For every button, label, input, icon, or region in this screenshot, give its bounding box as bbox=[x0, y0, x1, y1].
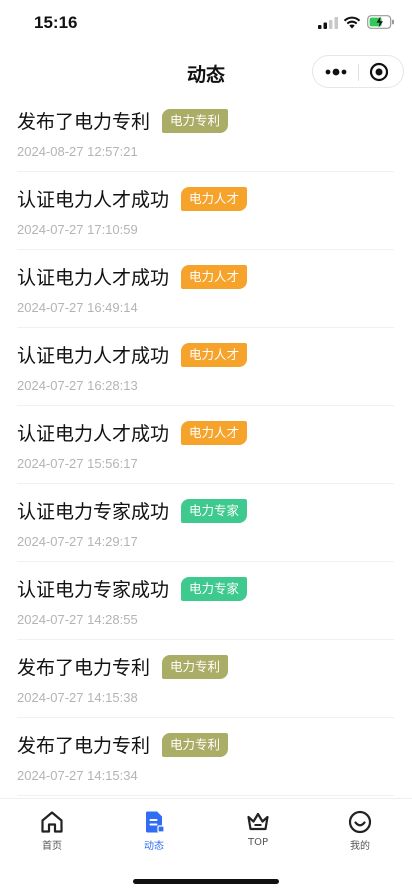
tab-top[interactable]: TOP bbox=[228, 809, 288, 848]
feed-item[interactable]: 认证电力人才成功 电力人才 2024-07-27 16:49:14 bbox=[17, 250, 394, 328]
feed-timestamp: 2024-08-27 12:57:21 bbox=[17, 144, 138, 159]
close-mini-program-icon[interactable] bbox=[369, 62, 389, 82]
more-icon[interactable] bbox=[325, 65, 347, 79]
category-tag: 电力人才 bbox=[181, 186, 248, 211]
tab-mine-label: 我的 bbox=[350, 841, 370, 852]
home-icon bbox=[41, 811, 63, 833]
category-tag: 电力专家 bbox=[181, 576, 248, 601]
feed-title-row: 认证电力专家成功 电力专家 bbox=[17, 497, 248, 524]
feed-title-row: 发布了电力专利 电力专利 bbox=[17, 731, 229, 758]
feed-title-row: 发布了电力专利 电力专利 bbox=[17, 653, 229, 680]
feed-item[interactable]: 发布了电力专利 电力专利 2024-07-27 14:15:34 bbox=[17, 718, 394, 796]
tab-bar: 首页 动态 TOP 我的 bbox=[0, 798, 412, 863]
tab-top-label: TOP bbox=[247, 837, 268, 848]
tab-mine[interactable]: 我的 bbox=[330, 809, 390, 852]
mini-program-capsule bbox=[312, 55, 404, 88]
feed-title: 认证电力专家成功 bbox=[17, 579, 170, 601]
feed-timestamp: 2024-07-27 15:56:17 bbox=[17, 456, 138, 471]
feed-item[interactable]: 认证电力专家成功 电力专家 2024-07-27 14:29:17 bbox=[17, 484, 394, 562]
feed-title: 认证电力人才成功 bbox=[17, 189, 170, 211]
feed-title: 认证电力人才成功 bbox=[17, 267, 170, 289]
home-indicator[interactable] bbox=[133, 879, 279, 884]
feed-timestamp: 2024-07-27 17:10:59 bbox=[17, 222, 138, 237]
tab-home[interactable]: 首页 bbox=[22, 809, 82, 852]
feed-timestamp: 2024-07-27 16:28:13 bbox=[17, 378, 138, 393]
feed-item[interactable]: 认证电力人才成功 电力人才 2024-07-27 17:10:59 bbox=[17, 172, 394, 250]
feed-icon bbox=[146, 811, 165, 833]
category-tag: 电力专利 bbox=[162, 732, 229, 757]
feed-title: 认证电力人才成功 bbox=[17, 345, 170, 367]
feed-timestamp: 2024-07-27 14:15:34 bbox=[17, 768, 138, 783]
feed-title-row: 认证电力人才成功 电力人才 bbox=[17, 185, 248, 212]
activity-feed[interactable]: 发布了电力专利 电力专利 2024-08-27 12:57:21 认证电力人才成功 电力… bbox=[0, 94, 412, 798]
smile-icon bbox=[348, 810, 372, 834]
category-tag: 电力专利 bbox=[162, 108, 229, 133]
category-tag: 电力人才 bbox=[181, 342, 248, 367]
tab-feed[interactable]: 动态 bbox=[124, 809, 184, 852]
feed-item[interactable]: 认证电力专家成功 电力专家 2024-07-27 14:28:55 bbox=[17, 562, 394, 640]
feed-timestamp: 2024-07-27 14:15:38 bbox=[17, 690, 138, 705]
feed-title-row: 认证电力人才成功 电力人才 bbox=[17, 419, 248, 446]
feed-item[interactable]: 认证电力人才成功 电力人才 2024-07-27 15:56:17 bbox=[17, 406, 394, 484]
feed-item[interactable]: 发布了电力专利 电力专利 2024-07-27 14:15:38 bbox=[17, 640, 394, 718]
category-tag: 电力专利 bbox=[162, 654, 229, 679]
status-time: 15:16 bbox=[34, 13, 78, 32]
category-tag: 电力专家 bbox=[181, 498, 248, 523]
feed-title-row: 认证电力人才成功 电力人才 bbox=[17, 341, 248, 368]
capsule-divider bbox=[358, 64, 359, 81]
feed-title-row: 认证电力专家成功 电力专家 bbox=[17, 575, 248, 602]
feed-item[interactable]: 发布了电力专利 电力专利 2024-08-27 12:57:21 bbox=[17, 94, 394, 172]
feed-title: 发布了电力专利 bbox=[17, 735, 151, 757]
wifi-icon bbox=[343, 16, 361, 29]
tab-feed-label: 动态 bbox=[144, 841, 164, 852]
feed-title-row: 认证电力人才成功 电力人才 bbox=[17, 263, 248, 290]
feed-title: 发布了电力专利 bbox=[17, 657, 151, 679]
category-tag: 电力人才 bbox=[181, 420, 248, 445]
feed-title: 发布了电力专利 bbox=[17, 111, 151, 133]
tab-home-label: 首页 bbox=[42, 841, 62, 852]
battery-icon bbox=[367, 15, 394, 29]
feed-title: 认证电力人才成功 bbox=[17, 423, 170, 445]
feed-timestamp: 2024-07-27 14:28:55 bbox=[17, 612, 138, 627]
signal-icon bbox=[318, 17, 338, 29]
feed-timestamp: 2024-07-27 16:49:14 bbox=[17, 300, 138, 315]
feed-item[interactable]: 认证电力人才成功 电力人才 2024-07-27 16:28:13 bbox=[17, 328, 394, 406]
feed-title: 认证电力专家成功 bbox=[17, 501, 170, 523]
status-bar: 15:16 bbox=[0, 0, 412, 48]
feed-title-row: 发布了电力专利 电力专利 bbox=[17, 107, 229, 134]
feed-timestamp: 2024-07-27 14:29:17 bbox=[17, 534, 138, 549]
category-tag: 电力人才 bbox=[181, 264, 248, 289]
crown-icon bbox=[247, 812, 269, 831]
